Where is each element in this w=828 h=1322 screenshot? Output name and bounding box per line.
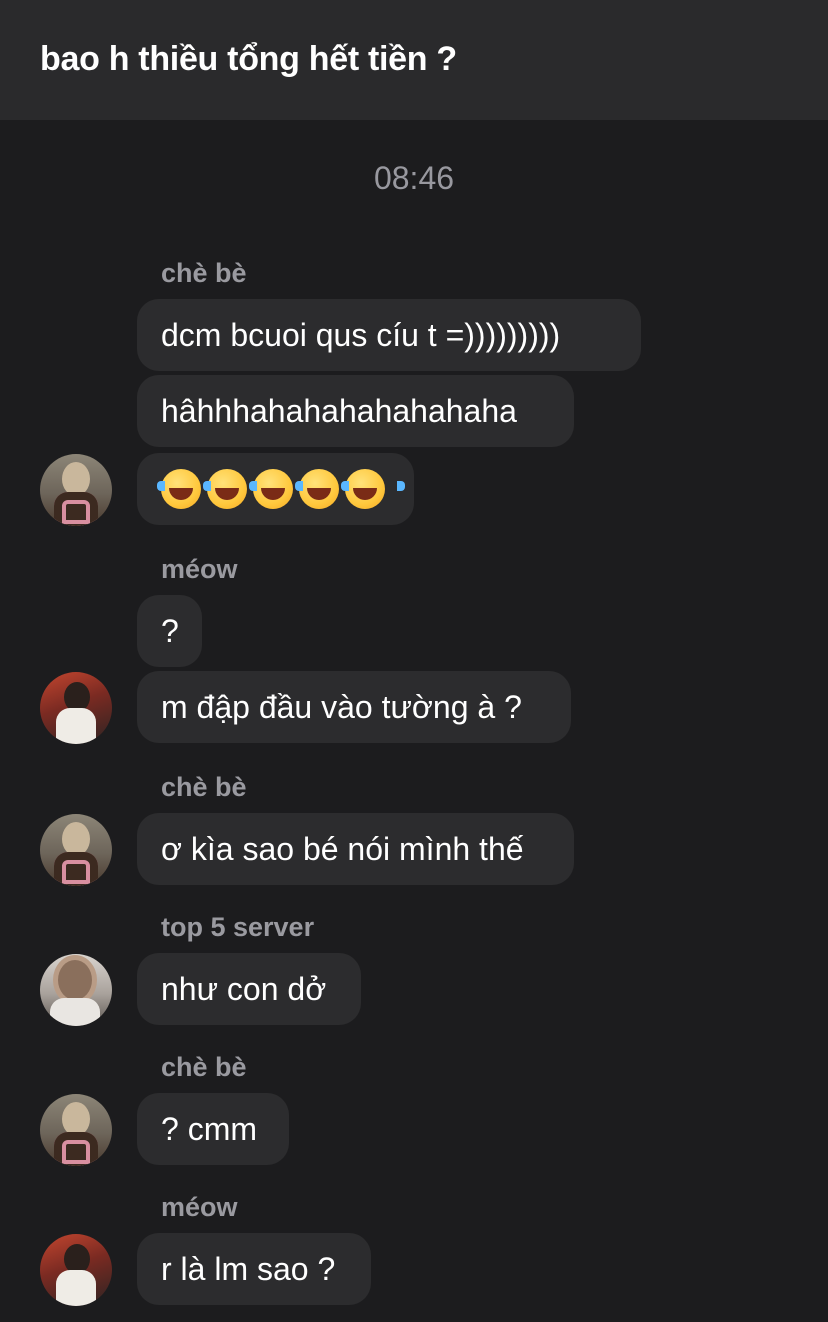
face-with-tears-of-joy-icon <box>203 469 267 509</box>
avatar[interactable] <box>40 672 112 744</box>
message-bubble[interactable]: r là lm sao ? <box>137 1233 371 1305</box>
sender-name: méow <box>161 1192 238 1222</box>
avatar[interactable] <box>40 954 112 1026</box>
message-bubble[interactable]: ? <box>137 595 202 667</box>
avatar[interactable] <box>40 454 112 526</box>
message-bubble[interactable]: m đập đầu vào tường à ? <box>137 671 571 743</box>
chat-title[interactable]: bao h thiều tổng hết tiền ? <box>40 40 457 79</box>
message-bubble[interactable]: dcm bcuoi qus cíu t =))))))))) <box>137 299 641 371</box>
sender-name: méow <box>161 554 238 584</box>
chat-header: bao h thiều tổng hết tiền ? <box>0 0 828 120</box>
face-with-tears-of-joy-icon <box>157 469 221 509</box>
face-with-tears-of-joy-icon <box>341 469 405 509</box>
sender-name: chè bè <box>161 258 247 288</box>
sender-name: chè bè <box>161 772 247 802</box>
emoji-message-bubble[interactable] <box>137 453 414 525</box>
face-with-tears-of-joy-icon <box>295 469 359 509</box>
sender-name: top 5 server <box>161 912 315 942</box>
emoji-row <box>157 469 405 509</box>
avatar[interactable] <box>40 1094 112 1166</box>
message-timestamp: 08:46 <box>373 160 455 196</box>
message-bubble[interactable]: ? cmm <box>137 1093 289 1165</box>
message-bubble[interactable]: hâhhhahahahahahahaha <box>137 375 574 447</box>
sender-name: chè bè <box>161 1052 247 1082</box>
face-with-tears-of-joy-icon <box>249 469 313 509</box>
message-bubble[interactable]: như con dở <box>137 953 361 1025</box>
message-bubble[interactable]: ơ kìa sao bé nói mình thế <box>137 813 574 885</box>
avatar[interactable] <box>40 814 112 886</box>
avatar[interactable] <box>40 1234 112 1306</box>
